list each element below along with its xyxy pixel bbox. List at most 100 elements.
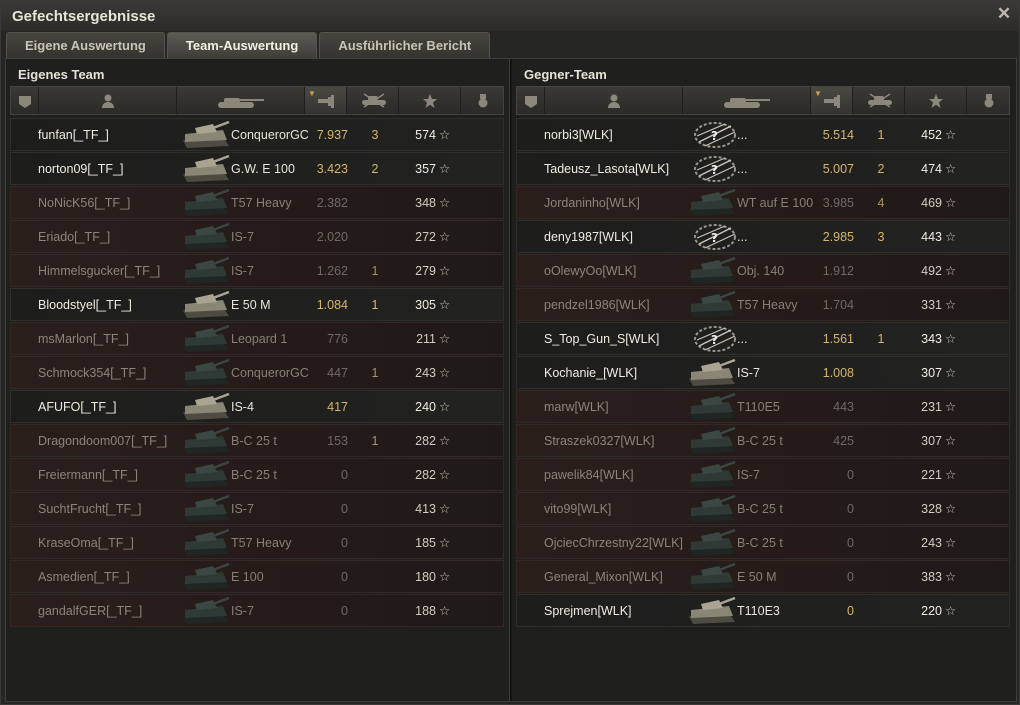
kills-value: 1 bbox=[371, 365, 379, 380]
table-row[interactable]: oOlewyOo[WLK] Obj. 140 1.912 492 ☆ bbox=[516, 254, 1010, 287]
column-header[interactable] bbox=[683, 87, 811, 114]
kills-value bbox=[369, 187, 381, 218]
kills-value bbox=[875, 493, 887, 524]
kills-value: 1 bbox=[371, 433, 379, 448]
column-header[interactable] bbox=[545, 87, 683, 114]
column-header[interactable] bbox=[347, 87, 399, 114]
player-name: NoNicK56[_TF_] bbox=[38, 195, 131, 210]
table-row[interactable]: pawelik84[WLK] IS-7 0 221 ☆ bbox=[516, 458, 1010, 491]
star-icon: ☆ bbox=[439, 332, 451, 346]
player-name: marw[WLK] bbox=[544, 399, 609, 414]
table-row[interactable]: KraseOma[_TF_] T57 Heavy 0 185 ☆ bbox=[10, 526, 504, 559]
table-row[interactable]: gandalfGER[_TF_] IS-7 0 188 ☆ bbox=[10, 594, 504, 627]
table-row[interactable]: norton09[_TF_] G.W. E 100 3.423 2 357 ☆ bbox=[10, 152, 504, 185]
damage-value: 0 bbox=[341, 535, 348, 550]
kills-value bbox=[369, 391, 381, 422]
table-row[interactable]: ? S_Top_Gun_S[WLK]... 1.561 1 343 ☆ bbox=[516, 322, 1010, 355]
player-name: Dragondoom007[_TF_] bbox=[38, 433, 168, 448]
damage-value: 0 bbox=[847, 569, 854, 584]
kills-value bbox=[875, 561, 887, 592]
column-header[interactable] bbox=[399, 87, 461, 114]
table-row[interactable]: Jordaninho[WLK] WT auf E 100 3.985 4 469 ☆ bbox=[516, 186, 1010, 219]
damage-value: 5.514 bbox=[822, 127, 854, 142]
svg-text:?: ? bbox=[711, 129, 718, 143]
player-name: pawelik84[WLK] bbox=[544, 467, 634, 482]
tab-team-evaluation[interactable]: Team-Auswertung bbox=[166, 32, 318, 58]
table-row[interactable]: Eriado[_TF_] IS-7 2.020 272 ☆ bbox=[10, 220, 504, 253]
close-icon[interactable]: ✕ bbox=[995, 5, 1013, 23]
table-row[interactable]: ? deny1987[WLK]... 2.985 3 443 ☆ bbox=[516, 220, 1010, 253]
table-row[interactable]: Asmedien[_TF_] E 100 0 180 ☆ bbox=[10, 560, 504, 593]
column-header[interactable]: ▼ bbox=[305, 87, 347, 114]
table-row[interactable]: Kochanie_[WLK] IS-7 1.008 307 ☆ bbox=[516, 356, 1010, 389]
table-row[interactable]: AFUFO[_TF_] IS-4 417 240 ☆ bbox=[10, 390, 504, 423]
star-icon: ☆ bbox=[945, 298, 957, 312]
tank-name: ConquerorGC bbox=[231, 127, 309, 142]
star-icon: ☆ bbox=[945, 366, 957, 380]
tank-name: ConquerorGC bbox=[231, 365, 309, 380]
table-row[interactable]: NoNicK56[_TF_] T57 Heavy 2.382 348 ☆ bbox=[10, 186, 504, 219]
tank-name: ... bbox=[737, 229, 748, 244]
tab-own-evaluation[interactable]: Eigene Auswertung bbox=[6, 32, 165, 58]
tank-name: B-C 25 t bbox=[231, 467, 277, 482]
table-row[interactable]: funfan[_TF_] ConquerorGC 7.937 3 574 ☆ bbox=[10, 118, 504, 151]
star-icon: ☆ bbox=[945, 230, 957, 244]
kills-value bbox=[875, 255, 887, 286]
table-row[interactable]: Schmock354[_TF_] ConquerorGC 447 1 243 ☆ bbox=[10, 356, 504, 389]
damage-value: 0 bbox=[341, 603, 348, 618]
table-row[interactable]: Straszek0327[WLK] B-C 25 t 425 307 ☆ bbox=[516, 424, 1010, 457]
xp-value: 211 bbox=[416, 331, 436, 346]
table-row[interactable]: Bloodstyel[_TF_] E 50 M 1.084 1 305 ☆ bbox=[10, 288, 504, 321]
tank-name: T57 Heavy bbox=[231, 535, 292, 550]
damage-value: 7.937 bbox=[316, 127, 348, 142]
column-header[interactable] bbox=[11, 87, 39, 114]
column-header[interactable] bbox=[853, 87, 905, 114]
table-row[interactable]: Sprejmen[WLK] T110E3 0 220 ☆ bbox=[516, 594, 1010, 627]
tank-name: G.W. E 100 bbox=[231, 161, 295, 176]
table-row[interactable]: Dragondoom007[_TF_] B-C 25 t 153 1 282 ☆ bbox=[10, 424, 504, 457]
table-row[interactable]: ? norbi3[WLK]... 5.514 1 452 ☆ bbox=[516, 118, 1010, 151]
star-icon: ☆ bbox=[945, 332, 957, 346]
window-title: Gefechtsergebnisse bbox=[12, 8, 156, 25]
xp-value: 221 bbox=[921, 467, 942, 482]
kills-value bbox=[369, 595, 381, 626]
player-name: Sprejmen[WLK] bbox=[544, 603, 632, 618]
table-row[interactable]: msMarlon[_TF_] Leopard 1 776 211 ☆ bbox=[10, 322, 504, 355]
tab-detailed-report[interactable]: Ausführlicher Bericht bbox=[319, 32, 491, 58]
table-row[interactable]: ? Tadeusz_Lasota[WLK]... 5.007 2 474 ☆ bbox=[516, 152, 1010, 185]
xp-value: 492 bbox=[921, 263, 942, 278]
table-row[interactable]: Himmelsgucker[_TF_] IS-7 1.262 1 279 ☆ bbox=[10, 254, 504, 287]
sort-arrow-icon: ▼ bbox=[814, 89, 822, 98]
kills-value bbox=[369, 493, 381, 524]
table-row[interactable]: vito99[WLK] B-C 25 t 0 328 ☆ bbox=[516, 492, 1010, 525]
column-header[interactable] bbox=[177, 87, 305, 114]
table-row[interactable]: pendzel1986[WLK] T57 Heavy 1.704 331 ☆ bbox=[516, 288, 1010, 321]
player-name: Himmelsgucker[_TF_] bbox=[38, 263, 161, 278]
table-row[interactable]: OjciecChrzestny22[WLK] B-C 25 t 0 243 ☆ bbox=[516, 526, 1010, 559]
column-header[interactable] bbox=[967, 87, 1011, 114]
squad-icon bbox=[523, 93, 539, 109]
damage-value: 0 bbox=[341, 467, 348, 482]
player-name: deny1987[WLK] bbox=[544, 229, 633, 244]
xp-value: 343 bbox=[921, 331, 942, 346]
panel-divider bbox=[509, 59, 512, 701]
column-header[interactable] bbox=[39, 87, 177, 114]
table-row[interactable]: SuchtFrucht[_TF_] IS-7 0 413 ☆ bbox=[10, 492, 504, 525]
kills-value bbox=[369, 459, 381, 490]
column-header[interactable]: ▼ bbox=[811, 87, 853, 114]
damage-value: 2.985 bbox=[822, 229, 854, 244]
tank-name: B-C 25 t bbox=[737, 501, 783, 516]
column-header[interactable] bbox=[461, 87, 505, 114]
player-name: Schmock354[_TF_] bbox=[38, 365, 147, 380]
player-name: Asmedien[_TF_] bbox=[38, 569, 130, 584]
damage-value: 0 bbox=[847, 467, 854, 482]
star-icon: ☆ bbox=[439, 298, 451, 312]
column-header[interactable] bbox=[905, 87, 967, 114]
table-row[interactable]: marw[WLK] T110E5 443 231 ☆ bbox=[516, 390, 1010, 423]
damage-value: 425 bbox=[833, 433, 854, 448]
column-header[interactable] bbox=[517, 87, 545, 114]
kills-value: 1 bbox=[371, 297, 379, 312]
table-row[interactable]: Freiermann[_TF_] B-C 25 t 0 282 ☆ bbox=[10, 458, 504, 491]
kills-value bbox=[875, 425, 887, 456]
table-row[interactable]: General_Mixon[WLK] E 50 M 0 383 ☆ bbox=[516, 560, 1010, 593]
